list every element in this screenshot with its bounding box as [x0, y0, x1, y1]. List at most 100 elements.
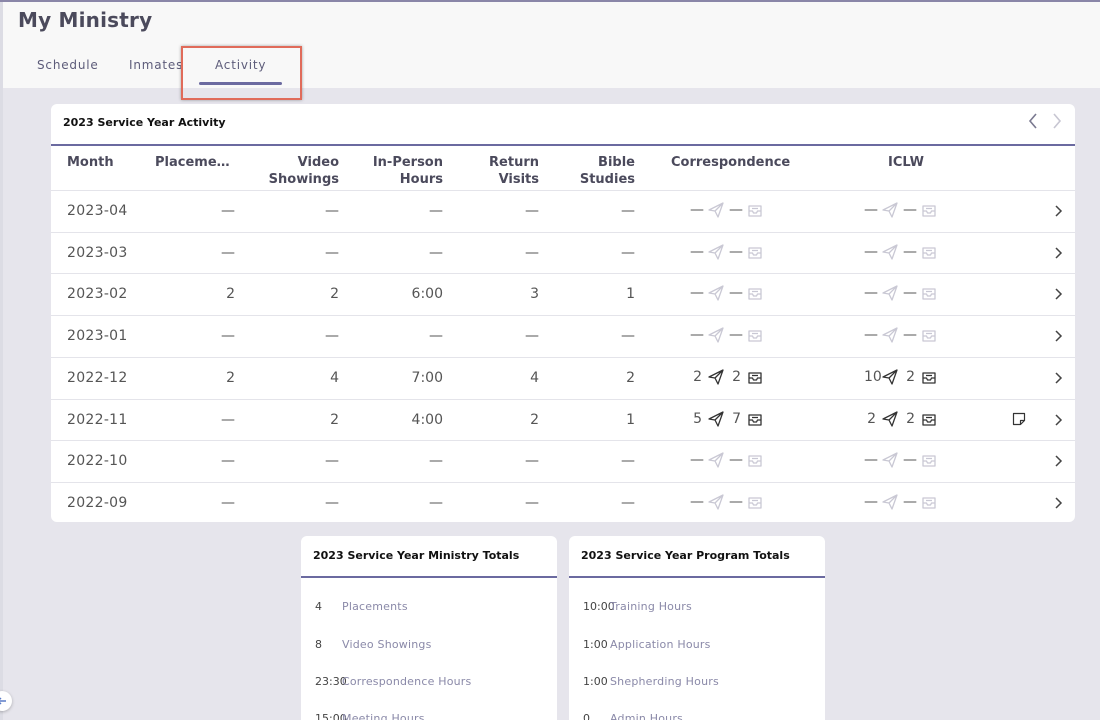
col-placements[interactable]: Placeme… [155, 154, 230, 171]
month-cell: 2023-02 [67, 286, 128, 303]
chevron-right-icon[interactable] [1053, 453, 1063, 469]
send-icon [882, 452, 898, 468]
placements-cell: — [221, 453, 235, 470]
mail-inbox-icon [922, 497, 936, 509]
iclw-received-count: 2 [906, 410, 915, 427]
video-showings-cell: — [325, 494, 339, 511]
iclw-sent-count: — [864, 202, 878, 218]
ministry-totals-title: 2023 Service Year Ministry Totals [313, 549, 520, 562]
total-value: 4 [315, 600, 322, 613]
bible-studies-cell: — [621, 328, 635, 345]
send-icon [882, 369, 898, 385]
total-label: Training Hours [610, 600, 692, 613]
table-row[interactable]: 2022-12 2 4 7:00 4 2 2 2 10 2 [51, 356, 1075, 398]
tab-activity[interactable]: Activity [198, 58, 283, 85]
corr-cell: 22 [690, 368, 764, 386]
total-label: Application Hours [610, 638, 711, 651]
tab-inmates[interactable]: Inmates [129, 58, 183, 72]
col-bible-line1: Bible [598, 155, 635, 170]
corr-sent-count: — [690, 285, 704, 302]
total-label: Video Showings [342, 638, 432, 651]
program-totals-title: 2023 Service Year Program Totals [581, 549, 790, 562]
corr-sent-count: — [690, 452, 704, 469]
note-icon[interactable] [1011, 411, 1027, 427]
chevron-right-icon[interactable] [1053, 495, 1063, 511]
return-visits-cell: — [525, 328, 539, 345]
total-value: 0 [583, 712, 590, 720]
col-inperson-hours[interactable]: In-Person Hours [353, 154, 443, 188]
video-showings-cell: — [325, 244, 339, 261]
table-row[interactable]: 2022-09— — — — — — — — — [51, 481, 1075, 523]
col-correspondence[interactable]: Correspondence [671, 154, 790, 171]
iclw-cell: 10 2 [864, 368, 938, 386]
col-iclw[interactable]: ICLW [888, 154, 924, 171]
corr-received-count: — [729, 202, 743, 218]
corr-cell: — — [690, 201, 764, 219]
month-cell: 2023-03 [67, 244, 128, 261]
inperson-hours-cell: — [429, 328, 443, 345]
iclw-sent-count: — [864, 327, 878, 344]
iclw-sent-count: 2 [867, 410, 876, 427]
month-cell: 2022-12 [67, 369, 128, 386]
mail-inbox-icon [748, 288, 762, 301]
collapse-sidebar-button[interactable] [0, 691, 12, 711]
mail-inbox-icon [748, 497, 762, 509]
table-row[interactable]: 2023-02 2 2 6:00 3 1— — — — [51, 273, 1075, 314]
table-row[interactable]: 2023-03— — — — — — — — — [51, 231, 1075, 273]
bible-studies-cell: 1 [626, 286, 635, 303]
iclw-cell: — — [864, 451, 938, 469]
col-return-visits[interactable]: Return Visits [469, 154, 539, 188]
mail-inbox-icon [922, 205, 936, 217]
table-row[interactable]: 2022-10— — — — — — — — — [51, 440, 1075, 481]
placements-cell: — [221, 494, 235, 511]
tab-schedule[interactable]: Schedule [37, 58, 99, 72]
chevron-right-icon[interactable] [1053, 412, 1063, 428]
iclw-sent-count: — [864, 243, 878, 260]
chevron-right-icon[interactable] [1053, 370, 1063, 386]
corr-received-count: 2 [732, 368, 741, 385]
chevron-right-icon[interactable] [1053, 245, 1063, 261]
mail-inbox-icon [748, 247, 762, 259]
col-bible-studies[interactable]: Bible Studies [565, 154, 635, 188]
iclw-received-count: 2 [906, 368, 915, 385]
col-bible-line2: Studies [579, 172, 635, 187]
bible-studies-cell: 1 [626, 411, 635, 428]
iclw-cell: — — [864, 326, 938, 344]
placements-cell: — [221, 328, 235, 345]
iclw-sent-count: 10 [864, 368, 882, 385]
send-icon [708, 327, 724, 343]
arrow-left-icon [0, 697, 6, 705]
table-row[interactable]: 2023-04— — — — — — — — — [51, 190, 1075, 231]
corr-sent-count: 5 [693, 410, 702, 427]
bible-studies-cell: — [621, 494, 635, 511]
placements-cell: — [221, 411, 235, 428]
mail-inbox-icon [748, 330, 762, 342]
mail-inbox-icon [922, 455, 936, 467]
return-visits-cell: 2 [530, 411, 539, 428]
total-value: 1:00 [583, 638, 608, 651]
corr-received-count: — [729, 243, 743, 260]
send-icon [708, 285, 724, 302]
next-year-button[interactable] [1051, 112, 1063, 135]
inperson-hours-cell: 6:00 [411, 286, 443, 303]
prev-year-button[interactable] [1027, 112, 1039, 135]
chevron-right-icon[interactable] [1053, 328, 1063, 344]
return-visits-cell: — [525, 494, 539, 511]
send-icon [882, 244, 898, 260]
send-icon [882, 202, 898, 218]
col-month[interactable]: Month [67, 154, 114, 171]
ministry-totals-rule [301, 576, 557, 578]
table-row[interactable]: 2023-01— — — — — — — — — [51, 315, 1075, 356]
col-video-showings[interactable]: Video Showings [259, 154, 339, 188]
inperson-hours-cell: — [429, 453, 443, 470]
table-row[interactable]: 2022-11—2 4:00 2 1 5 7 2 2 [51, 398, 1075, 440]
chevron-right-icon[interactable] [1053, 286, 1063, 302]
inperson-hours-cell: 7:00 [411, 369, 443, 386]
chevron-right-icon[interactable] [1053, 203, 1063, 219]
send-icon [882, 494, 898, 510]
total-label: Meeting Hours [342, 712, 425, 720]
month-cell: 2023-04 [67, 203, 128, 219]
bible-studies-cell: — [621, 244, 635, 261]
corr-cell: — — [690, 243, 764, 261]
activity-card: 2023 Service Year Activity Month Placeme… [51, 104, 1075, 522]
